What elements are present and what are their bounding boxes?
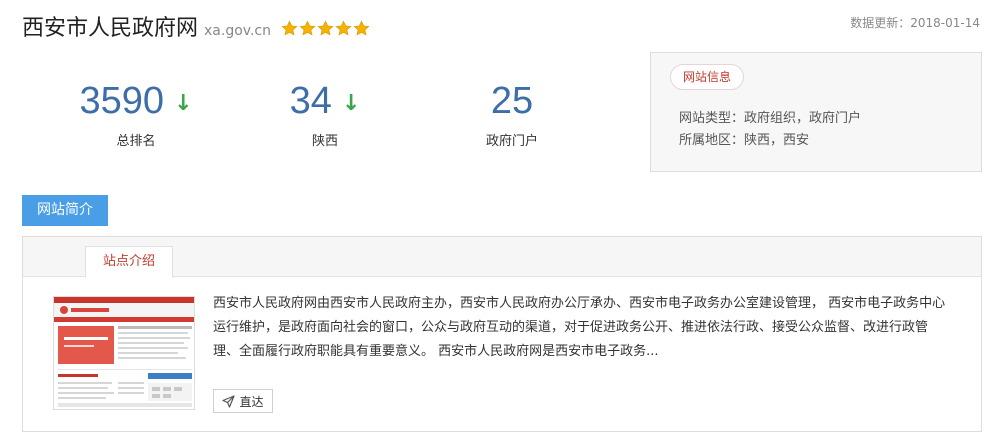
stat-value: 34	[289, 79, 332, 122]
star-icon	[317, 20, 334, 36]
star-icon	[281, 20, 298, 36]
tab-site-intro[interactable]: 网站简介	[22, 195, 108, 226]
site-name: 西安市人民政府网	[22, 16, 199, 41]
arrow-down-icon: ↓	[341, 90, 361, 116]
tab-station-intro[interactable]: 站点介绍	[85, 246, 173, 278]
site-domain[interactable]: xa.gov.cn	[204, 23, 271, 39]
stat-total-rank: 3590 ↓ 总排名	[56, 78, 216, 150]
stat-value: 25	[490, 79, 534, 122]
goto-label: 直达	[239, 394, 264, 409]
goto-button[interactable]: 直达	[213, 389, 273, 413]
intro-panel: 站点介绍 西安市人民政府网由西安市人民政府主办，西安市人民政府办公厅承办、西安市…	[22, 236, 982, 432]
stat-label: 政府门户	[485, 134, 538, 149]
site-thumbnail[interactable]	[53, 296, 195, 410]
rating-stars	[281, 20, 371, 37]
update-date: 数据更新：2018-01-14	[850, 16, 980, 30]
stat-label: 陕西	[311, 134, 338, 149]
site-info-badge: 网站信息	[670, 64, 745, 90]
stat-value: 3590	[79, 79, 165, 122]
stat-label: 总排名	[116, 134, 156, 149]
site-type-row: 网站类型：政府组织，政府门户	[679, 111, 862, 126]
site-title-bar: 西安市人民政府网 xa.gov.cn	[22, 10, 371, 42]
site-region-row: 所属地区：陕西，西安	[679, 133, 810, 148]
site-info-box: 网站信息 网站类型：政府组织，政府门户 所属地区：陕西，西安	[650, 52, 982, 172]
star-icon	[299, 20, 316, 36]
stat-province-rank: 34 ↓ 陕西	[245, 78, 405, 150]
send-icon	[222, 394, 236, 408]
star-icon	[353, 20, 370, 36]
star-icon	[335, 20, 352, 36]
stat-category-rank: 25 政府门户	[432, 78, 592, 150]
arrow-down-icon: ↓	[174, 90, 193, 116]
site-description: 西安市人民政府网由西安市人民政府主办，西安市人民政府办公厅承办、西安市电子政务办…	[213, 296, 946, 359]
site-thumbnail-image	[54, 297, 194, 409]
